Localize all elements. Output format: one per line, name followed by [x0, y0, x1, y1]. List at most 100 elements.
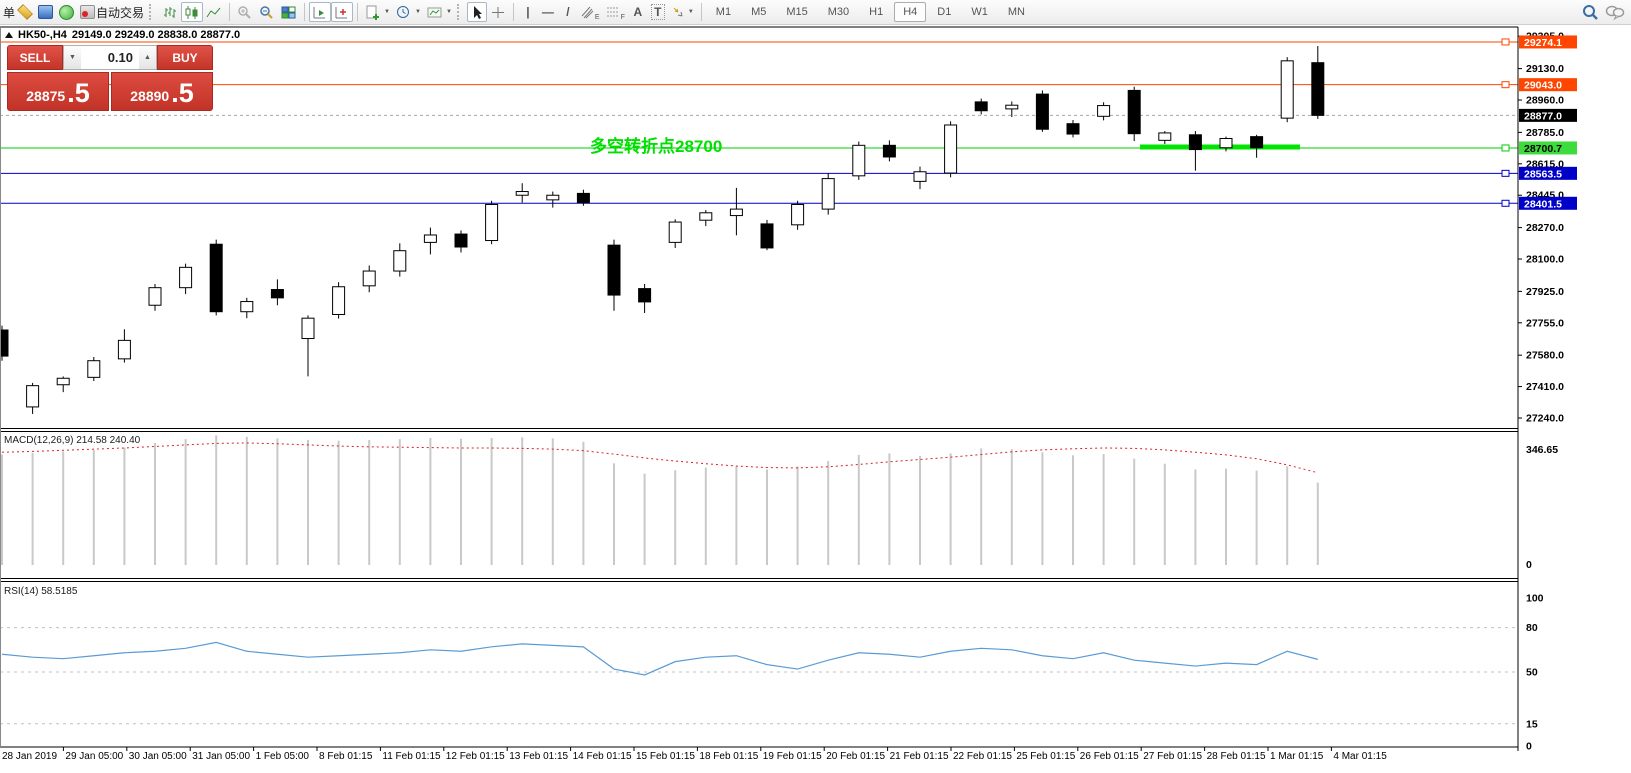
svg-text:28270.0: 28270.0: [1526, 222, 1564, 234]
gold-diamond-icon: [17, 4, 33, 20]
arrows-tool-button[interactable]: ▼: [668, 2, 697, 22]
label-tool-button[interactable]: T: [648, 2, 668, 22]
timeframe-button-M15[interactable]: M15: [777, 2, 816, 22]
new-order-button[interactable]: 单: [3, 4, 15, 21]
search-button[interactable]: [1578, 2, 1602, 22]
svg-text:15: 15: [1526, 718, 1538, 730]
toolbar-separator: [701, 3, 702, 21]
tile-windows-button[interactable]: [278, 2, 300, 22]
auto-trading-icon: [80, 5, 95, 19]
add-indicator-icon: [365, 5, 381, 20]
svg-text:26 Feb 01:15: 26 Feb 01:15: [1080, 751, 1139, 762]
toolbar-separator: [229, 3, 230, 21]
cursor-icon: [470, 5, 484, 20]
svg-text:15 Feb 01:15: 15 Feb 01:15: [636, 751, 695, 762]
time-axis[interactable]: 28 Jan 201929 Jan 05:0030 Jan 05:0031 Ja…: [2, 747, 1387, 762]
one-click-trading-panel: SELL ▼ ▲ BUY 28875 .5 28890 .5: [7, 45, 213, 111]
timeframe-button-MN[interactable]: MN: [999, 2, 1034, 22]
svg-text:28 Jan 2019: 28 Jan 2019: [2, 751, 57, 762]
auto-trading-button[interactable]: 自动交易: [77, 2, 147, 22]
svg-text:多空转折点28700: 多空转折点28700: [590, 136, 722, 156]
chart-title: HK50-,H4 29149.0 29249.0 28838.0 28877.0: [5, 29, 240, 41]
toolbar-grip[interactable]: [457, 4, 463, 20]
timeframe-button-W1[interactable]: W1: [962, 2, 997, 22]
zoom-out-button[interactable]: [256, 2, 278, 22]
timeframe-button-M30[interactable]: M30: [819, 2, 858, 22]
timeframe-button-H1[interactable]: H1: [860, 2, 892, 22]
periods-button[interactable]: ▼: [393, 2, 424, 22]
rsi-panel: RSI(14) 58.5185: [0, 586, 1518, 724]
trendline-button[interactable]: /: [558, 2, 578, 22]
volume-input[interactable]: [81, 46, 139, 69]
chat-button[interactable]: [1602, 2, 1628, 22]
zoom-in-icon: [237, 5, 253, 20]
timeframe-button-M1[interactable]: M1: [707, 2, 740, 22]
svg-text:31 Jan 05:00: 31 Jan 05:00: [192, 751, 250, 762]
svg-text:14 Feb 01:15: 14 Feb 01:15: [573, 751, 632, 762]
auto-scroll-icon: [312, 5, 328, 20]
sell-button[interactable]: SELL: [7, 45, 63, 70]
volume-decrease-button[interactable]: ▼: [64, 46, 81, 69]
svg-text:50: 50: [1526, 667, 1538, 679]
svg-text:346.65: 346.65: [1526, 444, 1558, 456]
svg-text:4 Mar 01:15: 4 Mar 01:15: [1333, 751, 1387, 762]
strategy-tester-icon[interactable]: [56, 2, 77, 22]
svg-text:RSI(14) 58.5185: RSI(14) 58.5185: [4, 586, 78, 597]
toolbar-grip[interactable]: [149, 4, 155, 20]
equidistant-channel-button[interactable]: E: [578, 2, 603, 22]
buy-button[interactable]: BUY: [157, 45, 213, 70]
svg-text:22 Feb 01:15: 22 Feb 01:15: [953, 751, 1012, 762]
crosshair-button[interactable]: [487, 2, 509, 22]
auto-scroll-button[interactable]: [309, 2, 331, 22]
chart-canvas[interactable]: 多空转折点28700 MACD(12,26,9) 214.58 240.40 RSI…: [0, 26, 1631, 773]
svg-text:27 Feb 01:15: 27 Feb 01:15: [1143, 751, 1202, 762]
chevron-down-icon: ▼: [688, 9, 694, 15]
svg-text:25 Feb 01:15: 25 Feb 01:15: [1016, 751, 1075, 762]
annotation-text[interactable]: 多空转折点28700: [590, 136, 722, 156]
candlestick-chart-button[interactable]: [181, 2, 203, 22]
chevron-down-icon: ▼: [384, 9, 390, 15]
cursor-button[interactable]: [467, 2, 487, 22]
chart-shift-button[interactable]: [331, 2, 353, 22]
line-chart-button[interactable]: [203, 2, 225, 22]
toolbar-separator: [357, 3, 358, 21]
chat-icon: [1605, 4, 1625, 20]
timeframe-button-M5[interactable]: M5: [742, 2, 775, 22]
green-radar-icon: [59, 5, 74, 20]
fibonacci-button[interactable]: F: [603, 2, 628, 22]
svg-text:27580.0: 27580.0: [1526, 350, 1564, 362]
text-tool-button[interactable]: A: [628, 2, 648, 22]
price-tags[interactable]: 29274.129043.028877.028700.728563.528401…: [1519, 35, 1577, 210]
svg-text:MACD(12,26,9) 214.58 240.40: MACD(12,26,9) 214.58 240.40: [4, 435, 141, 446]
timeframe-button-D1[interactable]: D1: [928, 2, 960, 22]
horizontal-line-button[interactable]: —: [538, 2, 558, 22]
indicators-button[interactable]: ▼: [362, 2, 393, 22]
crosshair-icon: [490, 5, 506, 20]
bar-chart-button[interactable]: [159, 2, 181, 22]
timeframe-button-H4[interactable]: H4: [894, 2, 926, 22]
svg-text:27240.0: 27240.0: [1526, 413, 1564, 425]
main-toolbar: 单 自动交易 ▼ ▼ ▼ | — / E F A T ▼ M1M5M15M30H…: [0, 0, 1631, 25]
search-icon: [1581, 4, 1599, 21]
svg-text:28700.7: 28700.7: [1524, 143, 1562, 155]
data-window-icon[interactable]: [35, 2, 56, 22]
buy-price-pips: .5: [171, 80, 194, 107]
svg-text:30 Jan 05:00: 30 Jan 05:00: [129, 751, 187, 762]
buy-price-tile[interactable]: 28890 .5: [111, 72, 213, 111]
templates-button[interactable]: ▼: [424, 2, 455, 22]
tile-windows-icon: [281, 5, 297, 20]
zoom-in-button[interactable]: [234, 2, 256, 22]
volume-increase-button[interactable]: ▲: [139, 46, 156, 69]
price-axis[interactable]: 29305.029130.028960.028785.028615.028445…: [1518, 31, 1564, 753]
chart-window[interactable]: 多空转折点28700 MACD(12,26,9) 214.58 240.40 RSI…: [0, 26, 1631, 773]
sell-price-tile[interactable]: 28875 .5: [7, 72, 109, 111]
equidistant-channel-icon: [581, 5, 594, 19]
chart-shift-icon: [334, 5, 350, 20]
trade-panel-controls: SELL ▼ ▲ BUY: [7, 45, 213, 70]
svg-text:28563.5: 28563.5: [1524, 168, 1562, 180]
market-watch-icon[interactable]: [15, 2, 35, 22]
timeframe-group: M1M5M15M30H1H4D1W1MN: [706, 2, 1035, 22]
svg-text:29043.0: 29043.0: [1524, 80, 1562, 92]
svg-text:28960.0: 28960.0: [1526, 95, 1564, 107]
vertical-line-button[interactable]: |: [518, 2, 538, 22]
